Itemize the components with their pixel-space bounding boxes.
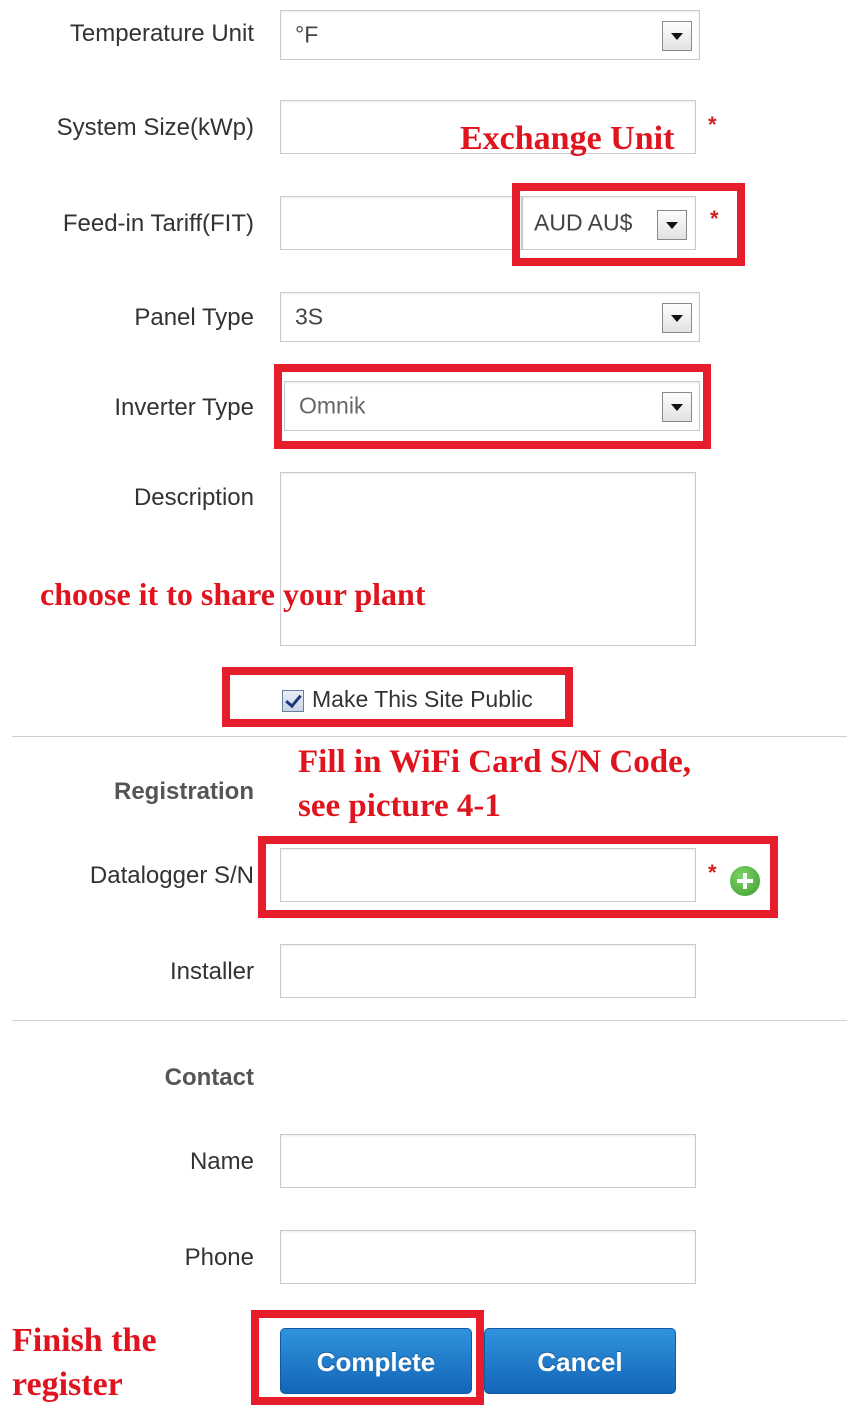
share-plant-annotation: choose it to share your plant bbox=[40, 576, 426, 612]
temperature-unit-value: °F bbox=[295, 21, 319, 48]
datalogger-sn-label: Datalogger S/N bbox=[89, 862, 254, 889]
panel-type-value: 3S bbox=[295, 303, 324, 330]
system-size-required-mark: * bbox=[708, 112, 717, 137]
description-label: Description bbox=[133, 484, 254, 511]
chevron-down-icon[interactable] bbox=[662, 303, 692, 333]
inverter-type-label: Inverter Type bbox=[114, 394, 254, 421]
wifi-sn-annotation-line2: see picture 4-1 bbox=[298, 788, 501, 824]
panel-type-label: Panel Type bbox=[134, 304, 254, 331]
cancel-button[interactable]: Cancel bbox=[484, 1328, 676, 1394]
phone-label: Phone bbox=[184, 1244, 254, 1271]
section-divider bbox=[12, 736, 847, 737]
finish-annotation-line1: Finish the bbox=[12, 1322, 157, 1359]
temperature-unit-label: Temperature Unit bbox=[69, 20, 254, 47]
description-textarea[interactable] bbox=[280, 472, 696, 646]
phone-input[interactable] bbox=[280, 1230, 696, 1284]
installer-input[interactable] bbox=[280, 944, 696, 998]
make-public-highlight bbox=[222, 667, 573, 727]
feed-in-tariff-input[interactable] bbox=[280, 196, 522, 250]
chevron-down-icon[interactable] bbox=[662, 21, 692, 51]
wifi-sn-annotation-line1: Fill in WiFi Card S/N Code, bbox=[298, 744, 692, 780]
finish-annotation-line2: register bbox=[12, 1366, 123, 1403]
panel-type-select[interactable]: 3S bbox=[280, 292, 700, 342]
complete-highlight bbox=[251, 1310, 484, 1405]
name-input[interactable] bbox=[280, 1134, 696, 1188]
exchange-unit-highlight bbox=[512, 183, 745, 266]
exchange-unit-annotation: Exchange Unit bbox=[460, 120, 675, 157]
registration-heading: Registration bbox=[113, 778, 254, 805]
datalogger-highlight bbox=[258, 836, 778, 918]
installer-label: Installer bbox=[169, 958, 254, 985]
inverter-type-highlight bbox=[274, 364, 711, 449]
contact-heading: Contact bbox=[164, 1064, 254, 1091]
feed-in-tariff-label: Feed-in Tariff(FIT) bbox=[62, 210, 254, 237]
system-size-label: System Size(kWp) bbox=[56, 114, 254, 141]
temperature-unit-select[interactable]: °F bbox=[280, 10, 700, 60]
name-label: Name bbox=[189, 1148, 254, 1175]
section-divider bbox=[12, 1020, 847, 1021]
